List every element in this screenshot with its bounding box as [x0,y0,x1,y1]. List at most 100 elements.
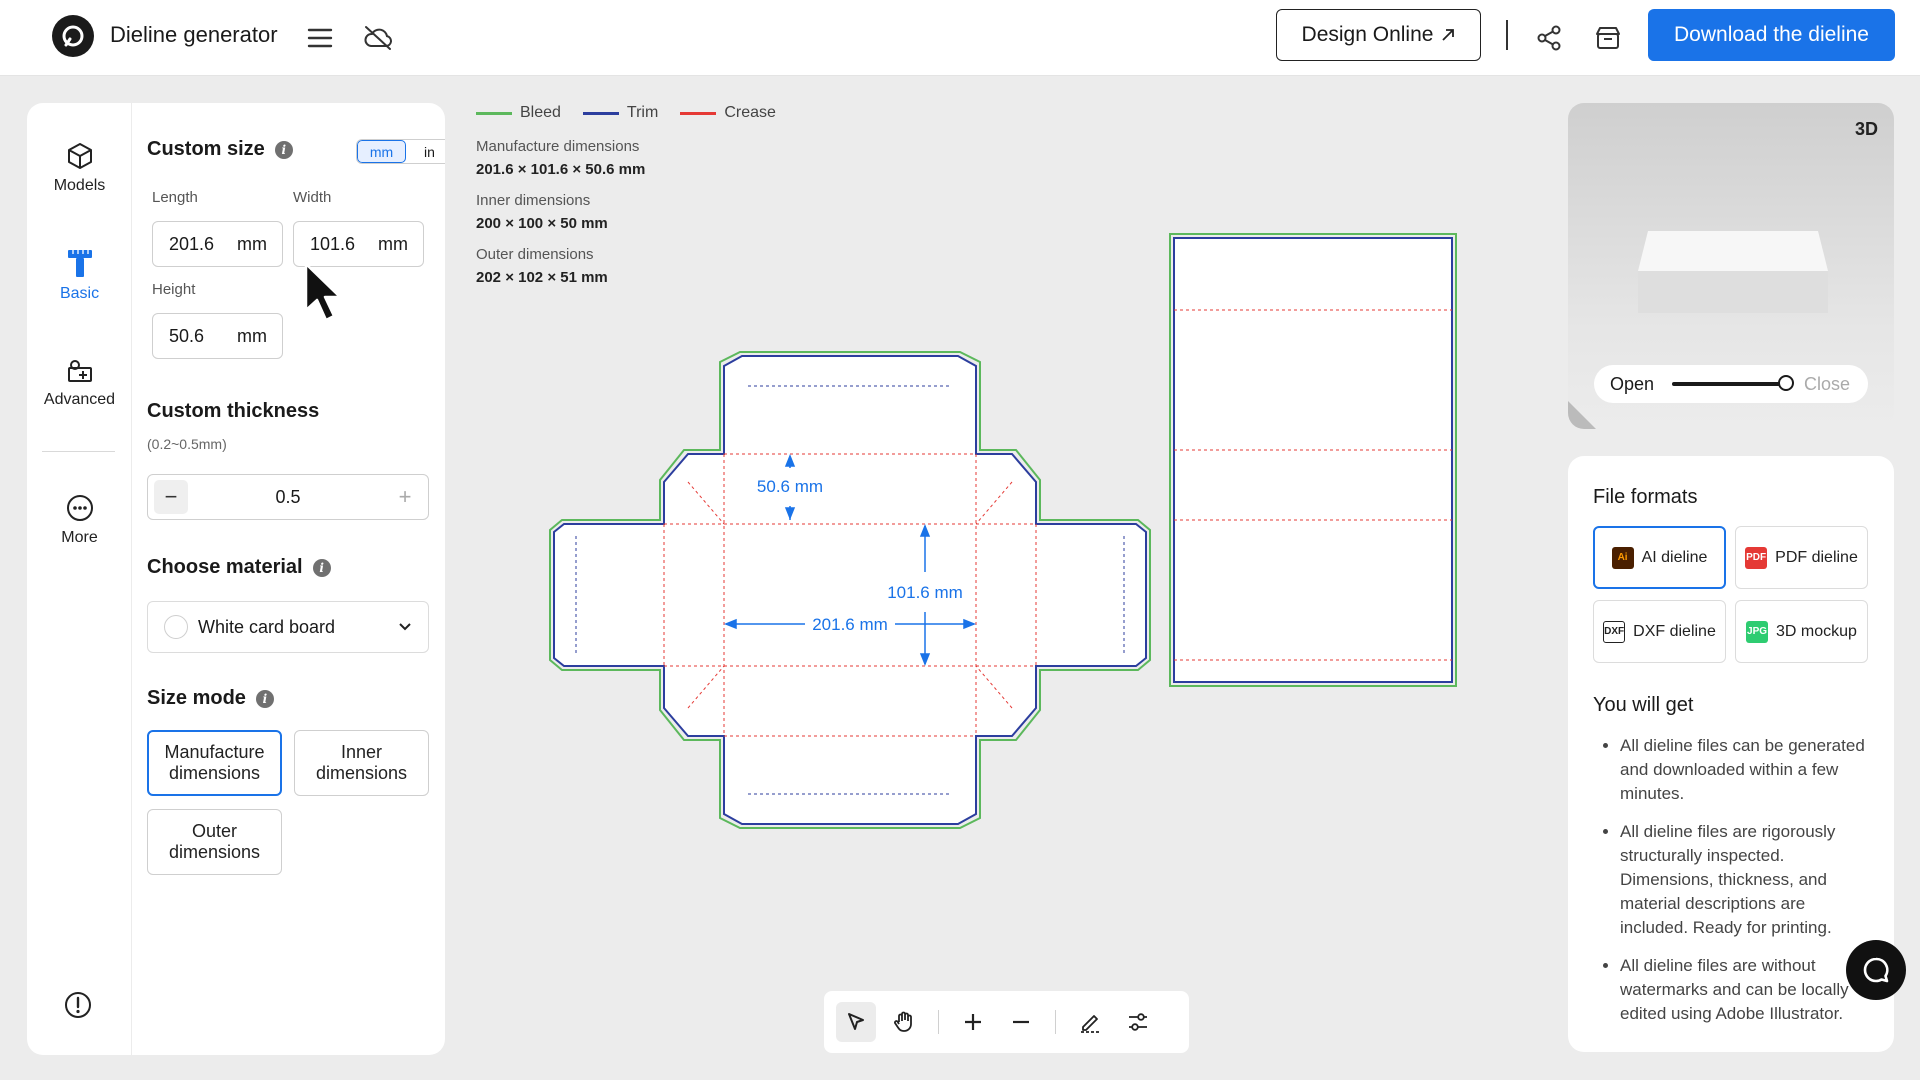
line-legend: Bleed Trim Crease [476,104,776,122]
width-unit: mm [378,233,408,254]
tools-icon [67,360,92,382]
box-3d-model [1638,231,1828,313]
dieline-drawing[interactable]: 50.6 mm 101.6 mm 201.6 mm [540,350,1160,830]
length-field[interactable]: 201.6 mm [152,221,283,267]
ai-dieline-label: AI dieline [1641,548,1708,566]
rail-item-basic[interactable]: Basic [27,247,132,303]
edit-tool[interactable] [1070,1002,1110,1042]
legend-crease-line [680,111,717,115]
height-label: Height [152,281,196,298]
trim-outline [553,355,1147,825]
inner-dimensions-value: 200 × 100 × 50 mm [476,215,608,232]
sliders-icon [1129,1013,1147,1031]
app-logo[interactable] [52,15,94,57]
manufacture-dimensions-label: Manufacture dimensions [476,138,640,155]
pdf-dieline-button[interactable]: PDF PDF dieline [1735,526,1868,589]
increment-button[interactable]: + [388,480,422,514]
zoom-out-tool[interactable] [1001,1002,1041,1042]
pointer-icon [848,1013,864,1030]
width-value: 101.6 [310,233,356,254]
dxf-file-icon: DXF [1603,620,1626,643]
rail-item-advanced[interactable]: Advanced [27,355,132,409]
flat-preview[interactable] [1168,232,1458,688]
info-icon[interactable]: i [312,558,331,577]
rail-label-models: Models [53,177,106,194]
width-field[interactable]: 101.6 mm [293,221,424,267]
rotate-3d-icon[interactable]: 3D [1855,119,1878,140]
custom-thickness-title: Custom thickness [147,400,320,422]
dxf-dieline-button[interactable]: DXF DXF dieline [1593,600,1726,663]
legend-crease-label: Crease [724,104,776,121]
design-online-label: Design Online [1301,23,1434,46]
unit-in-option[interactable]: in [406,140,445,163]
rail-label-more: More [61,529,98,546]
preview-3d-panel[interactable]: 3D Open Close [1568,103,1894,429]
corner-handle-icon [1568,401,1596,429]
cube-icon [67,143,92,169]
you-will-get-title: You will get [1593,694,1694,716]
height-field[interactable]: 50.6 mm [152,313,283,359]
mockup-3d-button[interactable]: JPG 3D mockup [1735,600,1868,663]
side-rail: Models Basic Advanced More [27,103,132,1055]
unit-mm-option[interactable]: mm [357,140,406,163]
rail-divider [42,451,115,452]
settings-tool[interactable] [1118,1002,1158,1042]
info-icon[interactable]: i [255,689,274,708]
height-unit: mm [237,325,267,346]
rail-item-models[interactable]: Models [27,141,132,195]
mockup-3d-label: 3D mockup [1776,622,1857,640]
inner-dimensions-info: Inner dimensions 200 × 100 × 50 mm [476,192,645,232]
canvas-toolbar [824,991,1189,1053]
legend-trim-line [582,111,619,115]
chevron-down-icon [399,623,411,631]
box-icon[interactable] [1590,20,1626,56]
thickness-range-hint: (0.2~0.5mm) [147,436,227,452]
height-value: 50.6 [169,325,205,346]
custom-size-title-text: Custom size [147,138,265,160]
dxf-dieline-label: DXF dieline [1633,622,1716,640]
design-online-button[interactable]: Design Online [1276,9,1481,61]
dieline-width-label: 101.6 mm [887,583,963,602]
length-value: 201.6 [169,233,215,254]
dieline-length-label: 201.6 mm [812,615,888,634]
select-tool[interactable] [836,1002,876,1042]
outer-dimensions-button[interactable]: Outer dimensions [147,809,282,875]
rail-item-more[interactable]: More [27,493,132,547]
ai-dieline-button[interactable]: Ai AI dieline [1593,526,1726,589]
chat-support-button[interactable] [1846,940,1906,1000]
cloud-off-icon[interactable] [360,20,396,56]
flat-trim [1173,237,1453,683]
pan-tool[interactable] [884,1002,924,1042]
info-icon[interactable]: i [274,140,293,159]
hand-icon [894,1011,912,1032]
length-unit: mm [237,233,267,254]
inner-dimensions-button[interactable]: Inner dimensions [294,730,429,796]
open-close-slider[interactable]: Open Close [1594,365,1868,403]
open-label: Open [1610,373,1655,394]
benefit-item: All dieline files can be generated and d… [1620,734,1876,806]
manufacture-dimensions-button[interactable]: Manufacture dimensions [147,730,282,796]
mouse-cursor [304,262,342,322]
open-close-knob[interactable] [1778,375,1795,391]
open-close-track[interactable] [1672,375,1795,391]
outer-dimensions-value: 202 × 102 × 51 mm [476,269,608,286]
file-formats-title: File formats [1593,486,1698,508]
zoom-in-tool[interactable] [953,1002,993,1042]
outer-dimensions-info: Outer dimensions 202 × 102 × 51 mm [476,246,645,286]
pdf-file-icon: PDF [1745,546,1768,569]
minus-icon [1013,1020,1029,1024]
decrement-button[interactable]: − [154,480,188,514]
material-select[interactable]: White card board [147,601,429,653]
ruler-t-icon [67,250,92,277]
download-dieline-button[interactable]: Download the dieline [1648,9,1895,61]
thickness-value[interactable]: 0.5 [275,487,300,508]
width-label: Width [293,189,332,206]
badge-3d-label: 3D [1854,119,1878,139]
rail-label-basic: Basic [59,285,100,302]
material-swatch [164,615,188,639]
pencil-icon [1081,1015,1099,1033]
menu-icon[interactable] [302,20,338,56]
unit-toggle[interactable]: mm in [356,139,445,164]
info-alert-icon[interactable] [64,991,92,1019]
share-icon[interactable] [1531,20,1567,56]
